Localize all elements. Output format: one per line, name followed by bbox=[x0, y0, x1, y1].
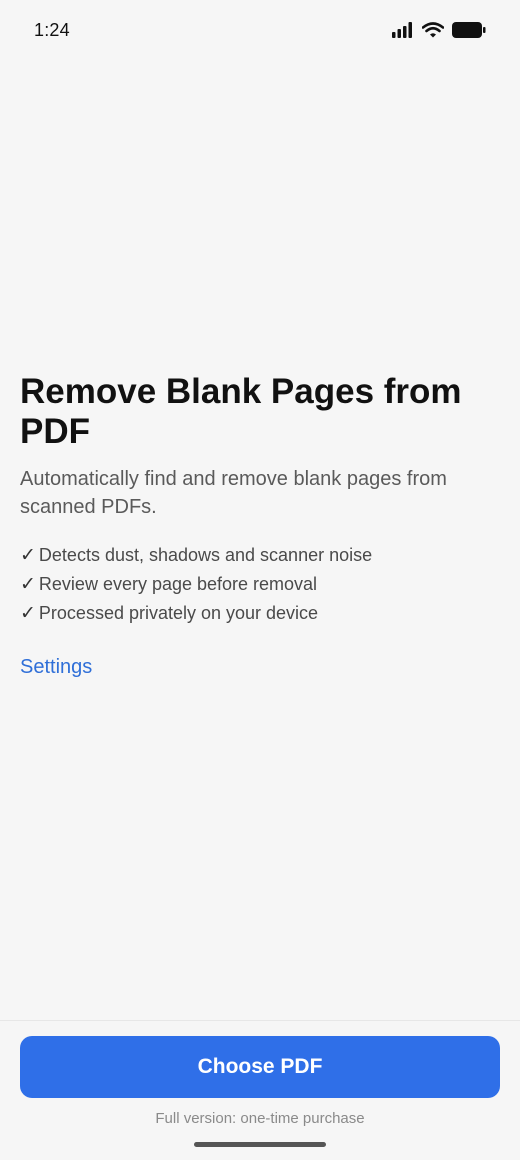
feature-list: ✓ Detects dust, shadows and scanner nois… bbox=[20, 541, 500, 628]
checkmark-icon: ✓ bbox=[20, 545, 36, 566]
feature-item: ✓ Review every page before removal bbox=[20, 570, 500, 599]
status-time: 1:24 bbox=[34, 20, 70, 40]
settings-link[interactable]: Settings bbox=[20, 656, 92, 679]
page-title: Remove Blank Pages from PDF bbox=[20, 372, 462, 451]
page-subtitle: Automatically find and remove blank page… bbox=[20, 468, 447, 518]
battery-icon bbox=[452, 22, 486, 38]
home-indicator[interactable] bbox=[194, 1142, 326, 1147]
feature-text: Processed privately on your device bbox=[38, 603, 319, 623]
status-bar: 1:24 bbox=[0, 0, 520, 62]
checkmark-icon: ✓ bbox=[20, 574, 36, 595]
feature-item: ✓ Detects dust, shadows and scanner nois… bbox=[20, 541, 500, 570]
feature-text: Review every page before removal bbox=[38, 574, 318, 594]
purchase-note: Full version: one-time purchase bbox=[155, 1110, 365, 1127]
bottom-divider bbox=[0, 1020, 520, 1021]
choose-pdf-button[interactable]: Choose PDF bbox=[20, 1036, 500, 1098]
wifi-icon bbox=[422, 22, 444, 38]
feature-text: Detects dust, shadows and scanner noise bbox=[38, 545, 373, 565]
main-content: Remove Blank Pages from PDF Automaticall… bbox=[20, 372, 500, 679]
signal-icon bbox=[392, 22, 414, 38]
status-icons bbox=[392, 22, 486, 38]
checkmark-icon: ✓ bbox=[20, 603, 36, 624]
feature-item: ✓ Processed privately on your device bbox=[20, 599, 500, 628]
